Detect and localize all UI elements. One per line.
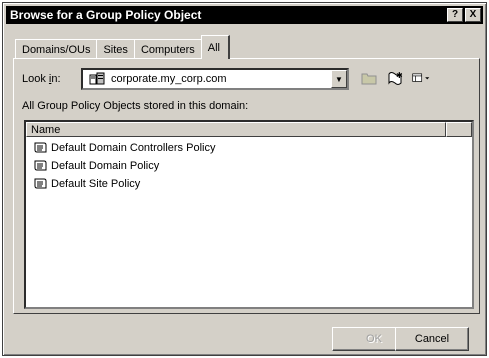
list-item[interactable]: Default Domain Policy bbox=[26, 157, 472, 175]
toolbar: ✱ bbox=[360, 69, 430, 87]
title-buttons: ? X bbox=[447, 8, 481, 22]
list-rows: Default Domain Controllers Policy Defaul… bbox=[26, 137, 472, 193]
gpo-scroll-icon bbox=[34, 142, 47, 153]
gpo-name: Default Domain Policy bbox=[51, 160, 160, 172]
title-bar: Browse for a Group Policy Object ? X bbox=[6, 6, 483, 24]
gpo-scroll-icon bbox=[34, 160, 47, 171]
gpo-scroll-icon bbox=[34, 178, 47, 189]
gpo-name: Default Site Policy bbox=[51, 178, 141, 190]
domain-icon bbox=[89, 72, 105, 85]
gpo-name: Default Domain Controllers Policy bbox=[51, 142, 216, 154]
chevron-down-icon[interactable]: ▼ bbox=[331, 70, 347, 88]
dialog-title: Browse for a Group Policy Object bbox=[10, 8, 202, 22]
look-in-value: corporate.my_corp.com bbox=[111, 73, 227, 85]
tab-strip: Domains/OUs Sites Computers All bbox=[15, 35, 230, 59]
look-in-label: Look in: bbox=[22, 73, 61, 85]
tab-domains-ous[interactable]: Domains/OUs bbox=[15, 39, 98, 59]
tab-computers[interactable]: Computers bbox=[133, 39, 202, 59]
svg-text:✱: ✱ bbox=[396, 71, 403, 80]
look-in-combobox[interactable]: corporate.my_corp.com ▼ bbox=[81, 68, 349, 90]
view-menu-icon[interactable] bbox=[412, 69, 430, 87]
tab-sites[interactable]: Sites bbox=[96, 39, 135, 59]
column-header-name[interactable]: Name bbox=[26, 122, 446, 137]
create-gpo-icon[interactable]: ✱ bbox=[386, 69, 404, 87]
list-item[interactable]: Default Domain Controllers Policy bbox=[26, 139, 472, 157]
list-header: Name bbox=[26, 122, 472, 137]
up-one-level-icon[interactable] bbox=[360, 69, 378, 87]
browse-gpo-dialog: Browse for a Group Policy Object ? X Dom… bbox=[2, 2, 487, 356]
close-button[interactable]: X bbox=[465, 8, 481, 22]
cancel-button[interactable]: Cancel bbox=[395, 327, 469, 351]
column-header-blank bbox=[446, 122, 472, 137]
gpo-list-caption: All Group Policy Objects stored in this … bbox=[22, 100, 249, 112]
gpo-list[interactable]: Name Default Domain Controllers Policy D… bbox=[24, 120, 474, 309]
list-item[interactable]: Default Site Policy bbox=[26, 175, 472, 193]
tab-all[interactable]: All bbox=[200, 35, 230, 59]
help-button[interactable]: ? bbox=[447, 8, 463, 22]
